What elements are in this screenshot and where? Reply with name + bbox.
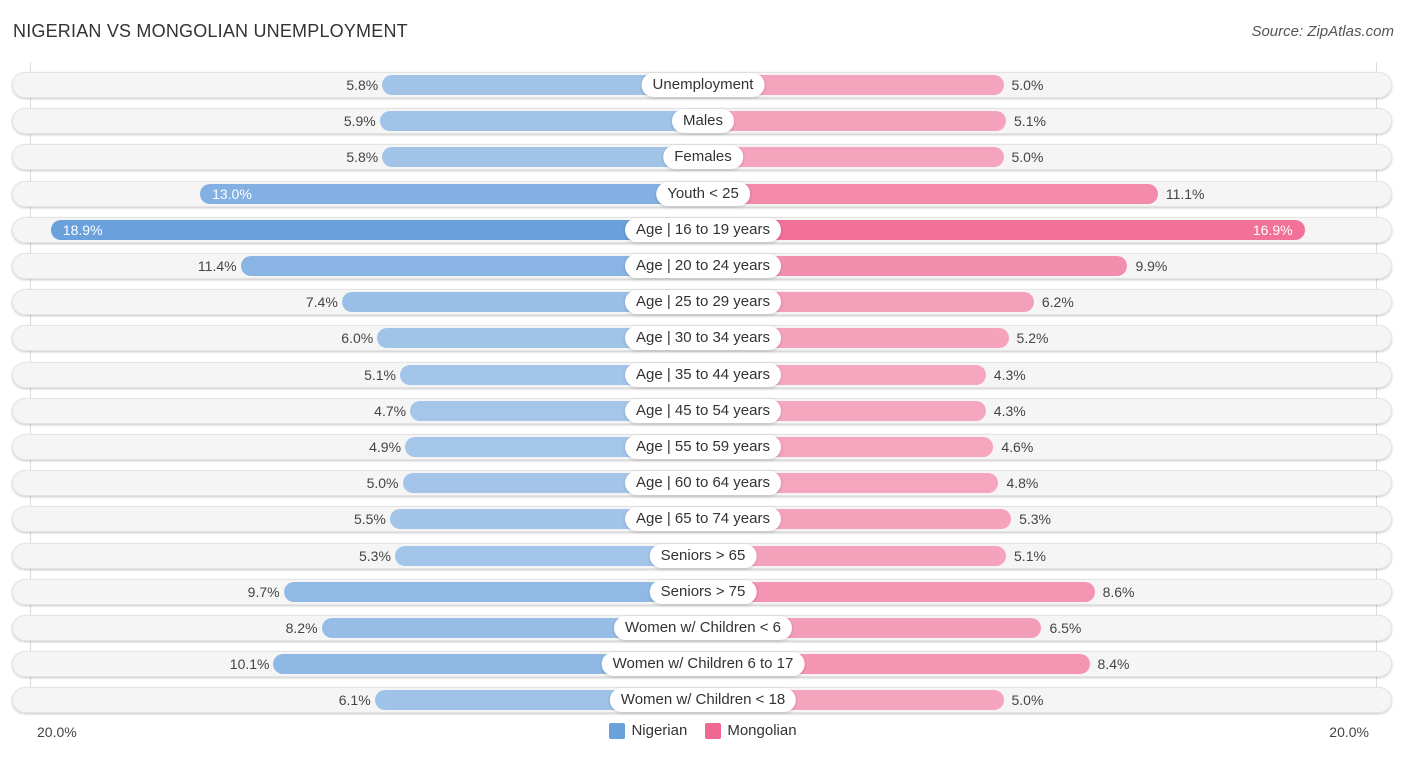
mongolian-value-label: 5.3% — [1019, 511, 1051, 528]
nigerian-value-label: 6.1% — [338, 692, 371, 709]
category-label: Age | 65 to 74 years — [625, 507, 781, 532]
mongolian-value-label: 11.1% — [1165, 185, 1205, 202]
mongolian-bar[interactable] — [703, 147, 1004, 168]
mongolian-value-label: 5.0% — [1011, 149, 1044, 166]
category-label: Women w/ Children 6 to 17 — [601, 652, 805, 677]
nigerian-bar[interactable] — [283, 581, 703, 602]
nigerian-bar[interactable] — [379, 111, 703, 132]
mongolian-value-label: 5.2% — [1016, 330, 1049, 347]
nigerian-value-label: 5.0% — [366, 475, 399, 492]
diverging-bar-chart: 5.8% 5.0% Unemployment 5.9% 5.1% Males 5.8% 5.0… — [0, 0, 1406, 757]
mongolian-bar[interactable] — [703, 111, 1007, 132]
nigerian-value-label: 5.3% — [359, 547, 391, 564]
mongolian-value-label: 5.1% — [1014, 113, 1046, 130]
category-label: Unemployment — [641, 73, 765, 97]
mongolian-swatch — [705, 722, 722, 739]
nigerian-value-label: 11.4% — [197, 258, 237, 274]
nigerian-value-label: 5.5% — [353, 511, 386, 528]
nigerian-value-label: 13.0% — [212, 185, 252, 202]
category-label: Age | 45 to 54 years — [625, 398, 781, 423]
nigerian-value-label: 9.7% — [247, 583, 280, 600]
mongolian-value-label: 4.6% — [1001, 439, 1034, 455]
legend-item-mongolian[interactable]: Mongolian — [705, 722, 797, 739]
legend-item-nigerian[interactable]: Nigerian — [609, 722, 687, 739]
nigerian-value-label: 18.9% — [62, 221, 103, 238]
nigerian-value-label: 5.8% — [346, 149, 379, 166]
nigerian-value-label: 8.2% — [285, 620, 318, 636]
mongolian-value-label: 9.9% — [1135, 258, 1168, 274]
nigerian-value-label: 5.8% — [346, 77, 379, 93]
category-label: Age | 20 to 24 years — [625, 254, 781, 278]
nigerian-bar[interactable] — [382, 147, 703, 168]
category-label: Youth < 25 — [656, 181, 750, 206]
mongolian-value-label: 6.2% — [1041, 294, 1074, 311]
mongolian-value-label: 5.1% — [1014, 547, 1046, 564]
legend: Nigerian Mongolian — [0, 722, 1406, 739]
mongolian-value-label: 4.8% — [1006, 475, 1039, 492]
category-label: Age | 55 to 59 years — [625, 435, 781, 459]
mongolian-bar[interactable] — [703, 581, 1095, 602]
nigerian-bar[interactable] — [200, 183, 703, 204]
mongolian-value-label: 5.0% — [1011, 77, 1044, 93]
category-label: Males — [671, 109, 735, 134]
nigerian-value-label: 6.0% — [341, 330, 374, 347]
category-label: Age | 30 to 34 years — [625, 326, 781, 351]
mongolian-bar[interactable] — [703, 183, 1158, 204]
nigerian-bar[interactable] — [50, 219, 703, 240]
category-label: Seniors > 75 — [649, 579, 757, 604]
nigerian-value-label: 4.9% — [369, 439, 402, 455]
nigerian-value-label: 7.4% — [305, 294, 338, 311]
category-label: Seniors > 65 — [649, 543, 757, 568]
category-label: Women w/ Children < 18 — [609, 688, 797, 713]
mongolian-bar[interactable] — [703, 219, 1305, 240]
mongolian-value-label: 8.6% — [1102, 583, 1135, 600]
category-label: Age | 16 to 19 years — [625, 217, 781, 242]
category-label: Age | 60 to 64 years — [625, 471, 781, 496]
nigerian-value-label: 10.1% — [229, 656, 270, 673]
nigerian-value-label: 5.9% — [343, 113, 376, 130]
legend-label-mongolian: Mongolian — [727, 722, 797, 739]
nigerian-value-label: 5.1% — [364, 366, 396, 383]
category-label: Age | 35 to 44 years — [625, 362, 781, 387]
mongolian-value-label: 6.5% — [1049, 620, 1082, 636]
category-label: Women w/ Children < 6 — [613, 616, 793, 640]
nigerian-value-label: 4.7% — [374, 402, 407, 419]
mongolian-value-label: 16.9% — [1252, 221, 1293, 238]
category-label: Age | 25 to 29 years — [625, 290, 781, 315]
mongolian-value-label: 5.0% — [1011, 692, 1044, 709]
mongolian-value-label: 4.3% — [993, 366, 1026, 383]
mongolian-value-label: 8.4% — [1097, 656, 1130, 673]
legend-label-nigerian: Nigerian — [631, 722, 688, 739]
nigerian-swatch — [609, 722, 626, 739]
mongolian-value-label: 4.3% — [993, 402, 1026, 419]
category-label: Females — [663, 145, 743, 170]
